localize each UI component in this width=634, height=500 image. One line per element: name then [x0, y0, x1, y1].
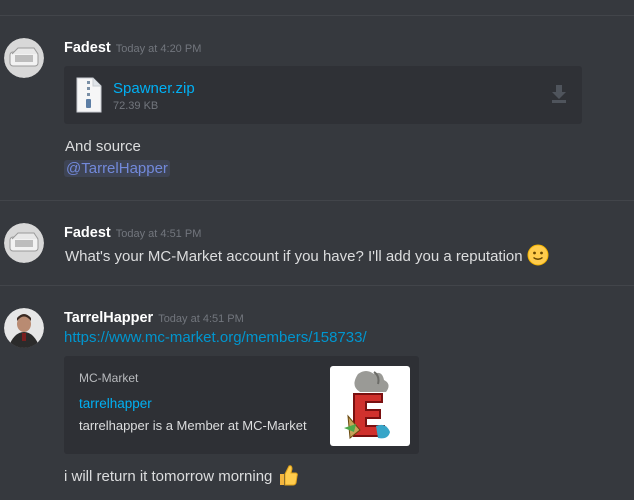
- message-text: What's your MC-Market account if you hav…: [65, 247, 523, 265]
- avatar[interactable]: [4, 308, 44, 348]
- message-header: Fadest Today at 4:20 PM: [64, 39, 201, 57]
- timestamp: Today at 4:51 PM: [115, 228, 202, 240]
- message-line: @TarrelHapper: [64, 160, 170, 177]
- embed-provider: MC-Market: [79, 371, 139, 385]
- avatar[interactable]: [4, 38, 44, 78]
- download-icon[interactable]: [551, 85, 567, 108]
- message-content: i will return it tomorrow morning: [64, 463, 299, 491]
- link-embed: MC-Market tarrelhapper tarrelhapper is a…: [64, 356, 419, 454]
- thumbs-up-emoji: [277, 463, 299, 491]
- file-attachment: Spawner.zip 72.39 KB: [64, 66, 582, 124]
- message-content: https://www.mc-market.org/members/158733…: [64, 329, 367, 346]
- embed-thumbnail[interactable]: [330, 366, 410, 446]
- archive-file-icon: [76, 77, 102, 118]
- timestamp: Today at 4:20 PM: [115, 43, 202, 55]
- avatar[interactable]: [4, 223, 44, 263]
- member-profile-link[interactable]: https://www.mc-market.org/members/158733…: [64, 329, 367, 346]
- timestamp: Today at 4:51 PM: [158, 313, 244, 325]
- username[interactable]: TarrelHapper: [64, 310, 153, 326]
- username[interactable]: Fadest: [64, 40, 111, 56]
- message-divider: [0, 200, 634, 201]
- message-header: Fadest Today at 4:51 PM: [64, 224, 201, 242]
- embed-description: tarrelhapper is a Member at MC-Market: [79, 418, 307, 433]
- user-mention[interactable]: @TarrelHapper: [64, 160, 170, 177]
- file-name-link[interactable]: Spawner.zip: [113, 80, 195, 97]
- username[interactable]: Fadest: [64, 225, 111, 241]
- slightly-smiling-face-emoji: [527, 244, 549, 270]
- message-content: And source: [65, 138, 141, 155]
- message-header: TarrelHapper Today at 4:51 PM: [64, 309, 244, 327]
- message-text: i will return it tomorrow morning: [64, 467, 273, 485]
- embed-title-link[interactable]: tarrelhapper: [79, 396, 152, 411]
- message-divider: [0, 285, 634, 286]
- message-content: What's your MC-Market account if you hav…: [65, 244, 549, 270]
- message-divider: [0, 15, 634, 16]
- file-size: 72.39 KB: [113, 100, 159, 112]
